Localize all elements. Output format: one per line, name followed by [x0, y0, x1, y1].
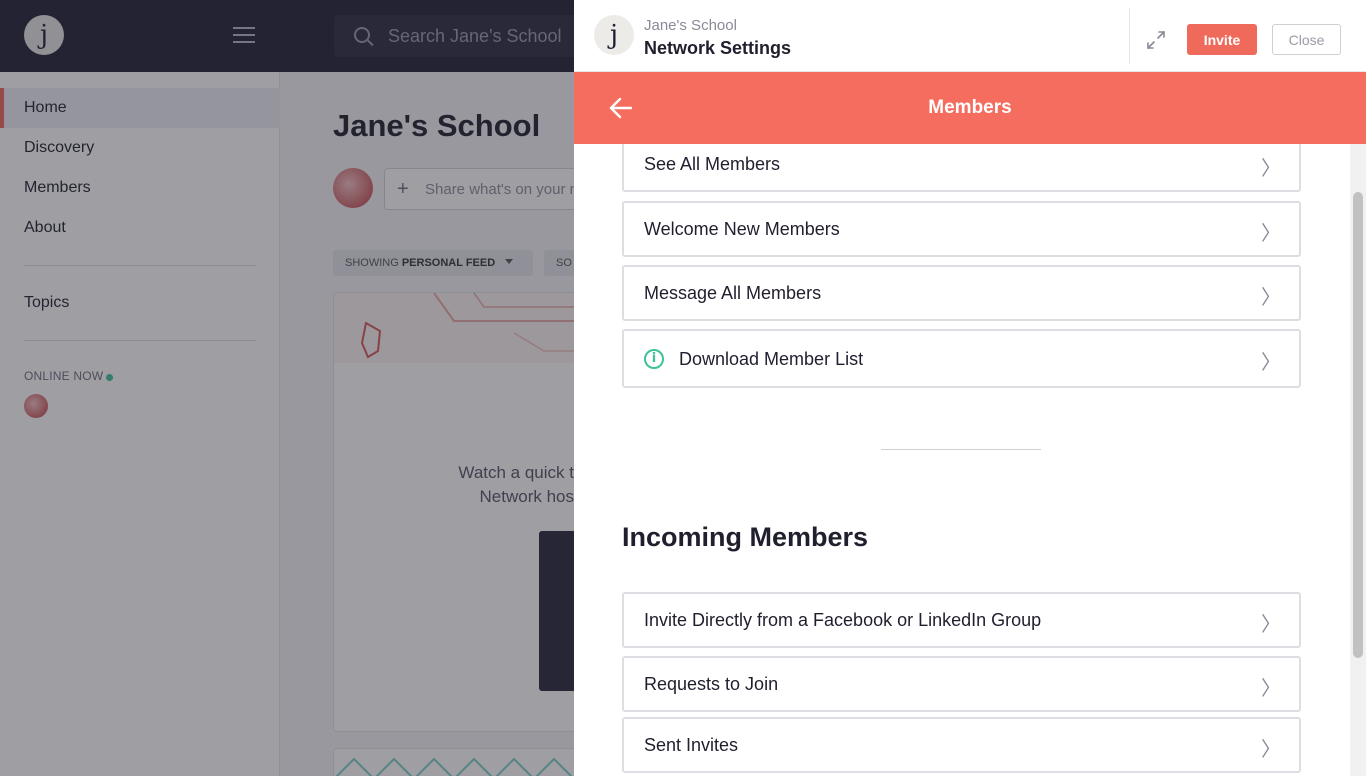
chevron-right-icon: 〉: [1261, 156, 1281, 180]
panel-scrollbar[interactable]: [1350, 144, 1366, 776]
network-settings-panel: j Jane's School Network Settings Invite …: [574, 0, 1366, 776]
row-label: Download Member List: [679, 349, 864, 369]
row-label: See All Members: [644, 154, 781, 174]
expand-icon[interactable]: [1144, 28, 1168, 52]
requests-to-join-row[interactable]: Requests to Join 〉: [622, 656, 1301, 712]
invite-button[interactable]: Invite: [1187, 24, 1257, 55]
chevron-right-icon: 〉: [1261, 350, 1281, 374]
incoming-members-heading: Incoming Members: [622, 522, 869, 552]
see-all-members-row[interactable]: See All Members 〉: [622, 144, 1301, 192]
chevron-right-icon: 〉: [1261, 676, 1281, 700]
row-label: Sent Invites: [644, 735, 739, 755]
row-label: Welcome New Members: [644, 219, 840, 239]
back-arrow-icon[interactable]: [608, 95, 634, 121]
row-label: Invite Directly from a Facebook or Linke…: [644, 610, 1042, 630]
panel-content: See All Members 〉 Welcome New Members 〉 …: [574, 144, 1350, 776]
info-icon: i: [644, 349, 664, 369]
section-divider: [881, 449, 1041, 450]
section-title: Members: [928, 97, 1012, 118]
sent-invites-row[interactable]: Sent Invites 〉: [622, 717, 1301, 773]
close-button[interactable]: Close: [1272, 24, 1341, 55]
panel-title: Network Settings: [644, 38, 792, 58]
download-member-list-row[interactable]: i Download Member List 〉: [622, 329, 1301, 388]
network-logo: j: [594, 15, 634, 55]
network-name: Jane's School: [644, 17, 737, 34]
welcome-new-members-row[interactable]: Welcome New Members 〉: [622, 201, 1301, 257]
row-label: Requests to Join: [644, 674, 779, 694]
header-divider: [1129, 8, 1130, 64]
chevron-right-icon: 〉: [1261, 221, 1281, 245]
row-label: Message All Members: [644, 283, 822, 303]
scrollbar-thumb[interactable]: [1353, 192, 1363, 658]
modal-backdrop[interactable]: [0, 0, 574, 776]
message-all-members-row[interactable]: Message All Members 〉: [622, 265, 1301, 321]
members-section-bar: Members: [574, 72, 1366, 144]
chevron-right-icon: 〉: [1261, 612, 1281, 636]
chevron-right-icon: 〉: [1261, 285, 1281, 309]
chevron-right-icon: 〉: [1261, 737, 1281, 761]
panel-header: j Jane's School Network Settings Invite …: [574, 0, 1366, 72]
invite-from-group-row[interactable]: Invite Directly from a Facebook or Linke…: [622, 592, 1301, 648]
